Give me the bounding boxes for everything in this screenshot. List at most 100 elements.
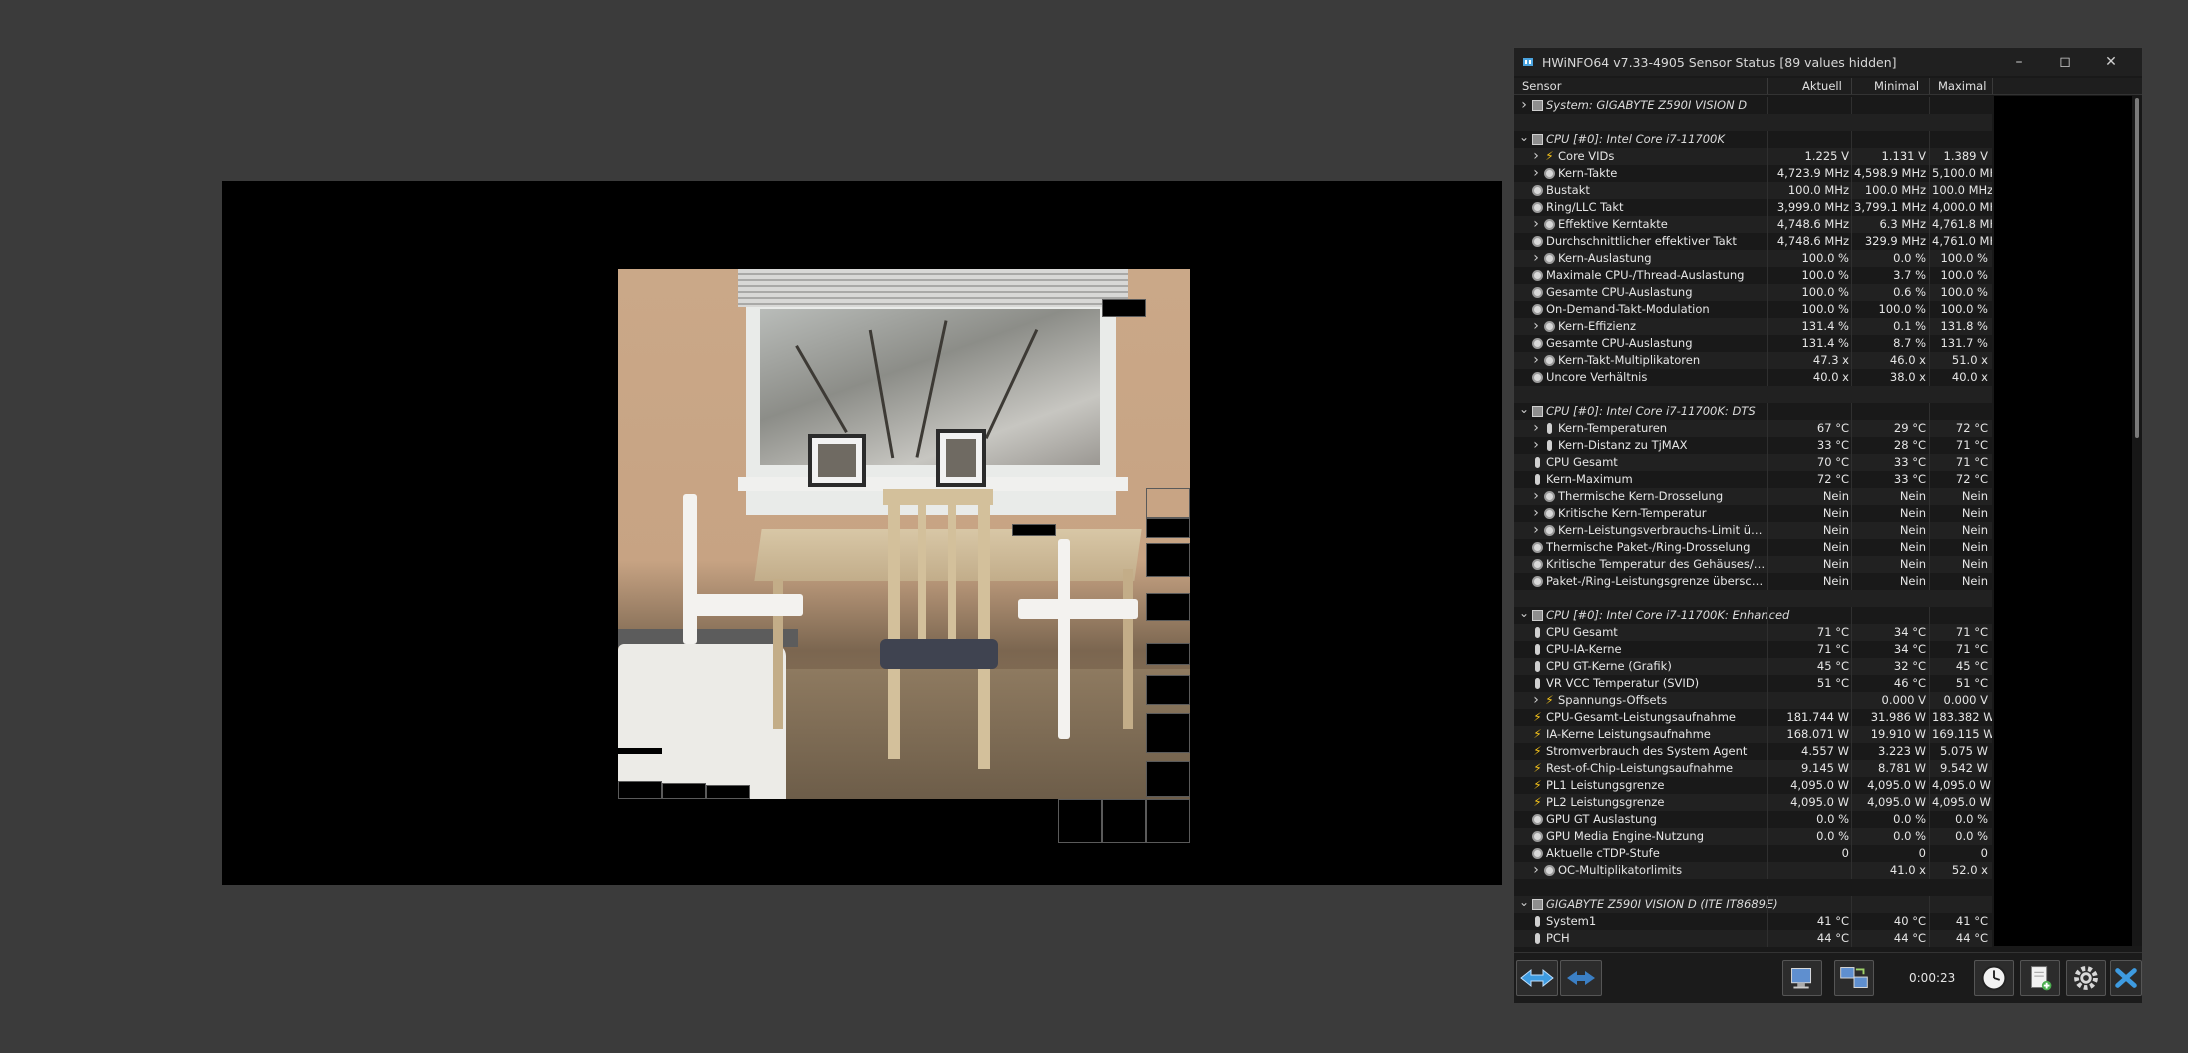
chevron-right-icon[interactable]: › [1530,862,1542,879]
value-min: Nein [1899,523,1926,537]
sensor-row[interactable]: › Kern-Leistungsverbrauchs-Limit über... N… [1514,522,1992,539]
value-max: 51 °C [1955,676,1988,690]
sensor-row[interactable]: CPU-IA-Kerne 71 °C 34 °C 71 °C [1514,641,1992,658]
sensor-row[interactable]: Maximale CPU-/Thread-Auslastung 100.0 % 3.… [1514,267,1992,284]
sensor-row[interactable]: ⚡ PL2 Leistungsgrenze 4,095.0 W 4,095.0 W 4,… [1514,794,1992,811]
sensor-row[interactable]: Thermische Paket-/Ring-Drosselung Nein Nei… [1514,539,1992,556]
photo-branch [984,328,1039,440]
chevron-down-icon[interactable]: ⌄ [1518,131,1530,143]
value-max: 45 °C [1955,659,1988,673]
minimize-button[interactable]: – [1996,50,2042,74]
navigate-sensors-button[interactable] [1516,960,1558,996]
close-window-button[interactable]: ✕ [2088,50,2134,74]
scrollbar-thumb[interactable] [2135,98,2139,438]
sensor-row[interactable]: CPU Gesamt 70 °C 33 °C 71 °C [1514,454,1992,471]
sensor-row[interactable]: GPU Media Engine-Nutzung 0.0 % 0.0 % 0.0 % [1514,828,1992,845]
chevron-right-icon[interactable]: › [1530,522,1542,539]
sensor-row[interactable]: › Kern-Temperaturen 67 °C 29 °C 72 °C [1514,420,1992,437]
sensor-row[interactable]: ⚡ Rest-of-Chip-Leistungsaufnahme 9.145 W 8.… [1514,760,1992,777]
sensor-row[interactable]: CPU Gesamt 71 °C 34 °C 71 °C [1514,624,1992,641]
thermometer-icon [1535,644,1540,655]
clock-reset-button[interactable] [1974,960,2014,996]
column-separator[interactable] [1767,78,1768,94]
column-current[interactable]: Aktuell [1802,79,1842,93]
sensor-row[interactable]: ⚡ CPU-Gesamt-Leistungsaufnahme 181.744 W 31… [1514,709,1992,726]
sensor-row[interactable]: › Kern-Distanz zu TjMAX 33 °C 28 °C 71 °C [1514,437,1992,454]
gauge-icon [1544,321,1555,332]
sensor-row[interactable]: Ring/LLC Takt 3,999.0 MHz 3,799.1 MHz 4,000… [1514,199,1992,216]
chevron-down-icon[interactable]: ⌄ [1518,403,1530,415]
sensor-group-row[interactable]: ⌄ CPU [#0]: Intel Core i7-11700K [1514,131,1992,148]
collapse-sensors-button[interactable] [1560,960,1602,996]
sensor-row[interactable]: Paket-/Ring-Leistungsgrenze überschritte… [1514,573,1992,590]
sensor-row[interactable]: › Kritische Kern-Temperatur Nein Nein Nein [1514,505,1992,522]
value-max: 72 °C [1955,421,1988,435]
sensor-row[interactable]: › Kern-Effizienz 131.4 % 0.1 % 131.8 % [1514,318,1992,335]
sensor-row[interactable]: › Kern-Takt-Multiplikatoren 47.3 x 46.0 x 51… [1514,352,1992,369]
sensor-name: Kern-Temperaturen [1558,421,1668,435]
column-min[interactable]: Minimal [1874,79,1919,93]
sensor-row[interactable]: PCH 44 °C 44 °C 44 °C [1514,930,1992,947]
sensor-group-row[interactable]: ⌄ CPU [#0]: Intel Core i7-11700K: DTS [1514,403,1992,420]
sensor-row[interactable]: Kritische Temperatur des Gehäuses/Rings N… [1514,556,1992,573]
sensor-list[interactable]: › System: GIGABYTE Z590I VISION D ⌄ CPU [#0… [1514,97,1992,992]
chevron-right-icon[interactable]: › [1530,505,1542,522]
cell-separator [1767,760,1768,777]
column-separator[interactable] [1992,78,1993,94]
sensor-row[interactable]: ⚡ PL1 Leistungsgrenze 4,095.0 W 4,095.0 W 4,… [1514,777,1992,794]
chevron-right-icon[interactable]: › [1530,352,1542,369]
sensor-row[interactable]: VR VCC Temperatur (SVID) 51 °C 46 °C 51 °C [1514,675,1992,692]
chevron-right-icon[interactable]: › [1530,437,1542,454]
sensor-row[interactable]: › ⚡ Spannungs-Offsets 0.000 V 0.000 V [1514,692,1992,709]
chevron-right-icon[interactable]: › [1530,250,1542,267]
sync-button[interactable] [1834,960,1874,996]
chevron-right-icon[interactable]: › [1530,216,1542,233]
sensor-group-row[interactable]: ⌄ CPU [#0]: Intel Core i7-11700K: Enhance… [1514,607,1992,624]
blank-row [1514,114,1992,131]
sensor-group-row[interactable]: ⌄ GIGABYTE Z590I VISION D (ITE IT8689E) [1514,896,1992,913]
sensor-row[interactable]: › Kern-Takte 4,723.9 MHz 4,598.9 MHz 5,100.0… [1514,165,1992,182]
report-button[interactable] [2020,960,2060,996]
sensor-row[interactable]: Bustakt 100.0 MHz 100.0 MHz 100.0 MHz [1514,182,1992,199]
chevron-right-icon[interactable]: › [1530,488,1542,505]
hwinfo-sensor-window: HWiNFO64 v7.33-4905 Sensor Status [89 va… [1513,47,2143,1003]
sensor-row[interactable]: Uncore Verhältnis 40.0 x 38.0 x 40.0 x [1514,369,1992,386]
title-bar[interactable]: HWiNFO64 v7.33-4905 Sensor Status [89 va… [1514,48,2142,76]
maximize-button[interactable]: ◻ [2042,50,2088,74]
chevron-right-icon[interactable]: › [1518,97,1530,114]
sensor-row[interactable]: › Thermische Kern-Drosselung Nein Nein Nein [1514,488,1992,505]
chevron-right-icon[interactable]: › [1530,165,1542,182]
sensor-row[interactable]: › Effektive Kerntakte 4,748.6 MHz 6.3 MHz 4,… [1514,216,1992,233]
sensor-row[interactable]: System1 41 °C 40 °C 41 °C [1514,913,1992,930]
sensor-row[interactable]: GPU GT Auslastung 0.0 % 0.0 % 0.0 % [1514,811,1992,828]
sensor-row[interactable]: ⚡ IA-Kerne Leistungsaufnahme 168.071 W 19.9… [1514,726,1992,743]
chevron-right-icon[interactable]: › [1530,148,1542,165]
cell-separator [1767,250,1768,267]
column-separator[interactable] [1851,78,1852,94]
sensor-row[interactable]: On-Demand-Takt-Modulation 100.0 % 100.0 % 1… [1514,301,1992,318]
chevron-right-icon[interactable]: › [1530,692,1542,709]
vertical-scrollbar[interactable] [2132,96,2142,946]
chevron-right-icon[interactable]: › [1530,420,1542,437]
sensor-row[interactable]: › Kern-Auslastung 100.0 % 0.0 % 100.0 % [1514,250,1992,267]
column-separator[interactable] [1929,78,1930,94]
cell-separator [1851,199,1852,216]
chevron-down-icon[interactable]: ⌄ [1518,896,1530,908]
sensor-row[interactable]: Gesamte CPU-Auslastung 100.0 % 0.6 % 100.0 … [1514,284,1992,301]
sensor-row[interactable]: Kern-Maximum 72 °C 33 °C 72 °C [1514,471,1992,488]
sensor-row[interactable]: CPU GT-Kerne (Grafik) 45 °C 32 °C 45 °C [1514,658,1992,675]
sensor-row[interactable]: ⚡ Stromverbrauch des System Agent 4.557 W 3… [1514,743,1992,760]
exit-button[interactable] [2110,960,2142,996]
settings-button[interactable] [2066,960,2106,996]
sensor-row[interactable]: › ⚡ Core VIDs 1.225 V 1.131 V 1.389 V [1514,148,1992,165]
column-sensor[interactable]: Sensor [1522,79,1561,93]
sensor-group-row[interactable]: › System: GIGABYTE Z590I VISION D [1514,97,1992,114]
sensor-row[interactable]: Gesamte CPU-Auslastung 131.4 % 8.7 % 131.7 … [1514,335,1992,352]
sensor-row[interactable]: Durchschnittlicher effektiver Takt 4,748.… [1514,233,1992,250]
sensor-row[interactable]: Aktuelle cTDP-Stufe 0 0 0 [1514,845,1992,862]
sensor-row[interactable]: › OC-Multiplikatorlimits 41.0 x 52.0 x [1514,862,1992,879]
network-button[interactable] [1782,960,1822,996]
chevron-down-icon[interactable]: ⌄ [1518,607,1530,619]
chevron-right-icon[interactable]: › [1530,318,1542,335]
column-max[interactable]: Maximal [1938,79,1986,93]
